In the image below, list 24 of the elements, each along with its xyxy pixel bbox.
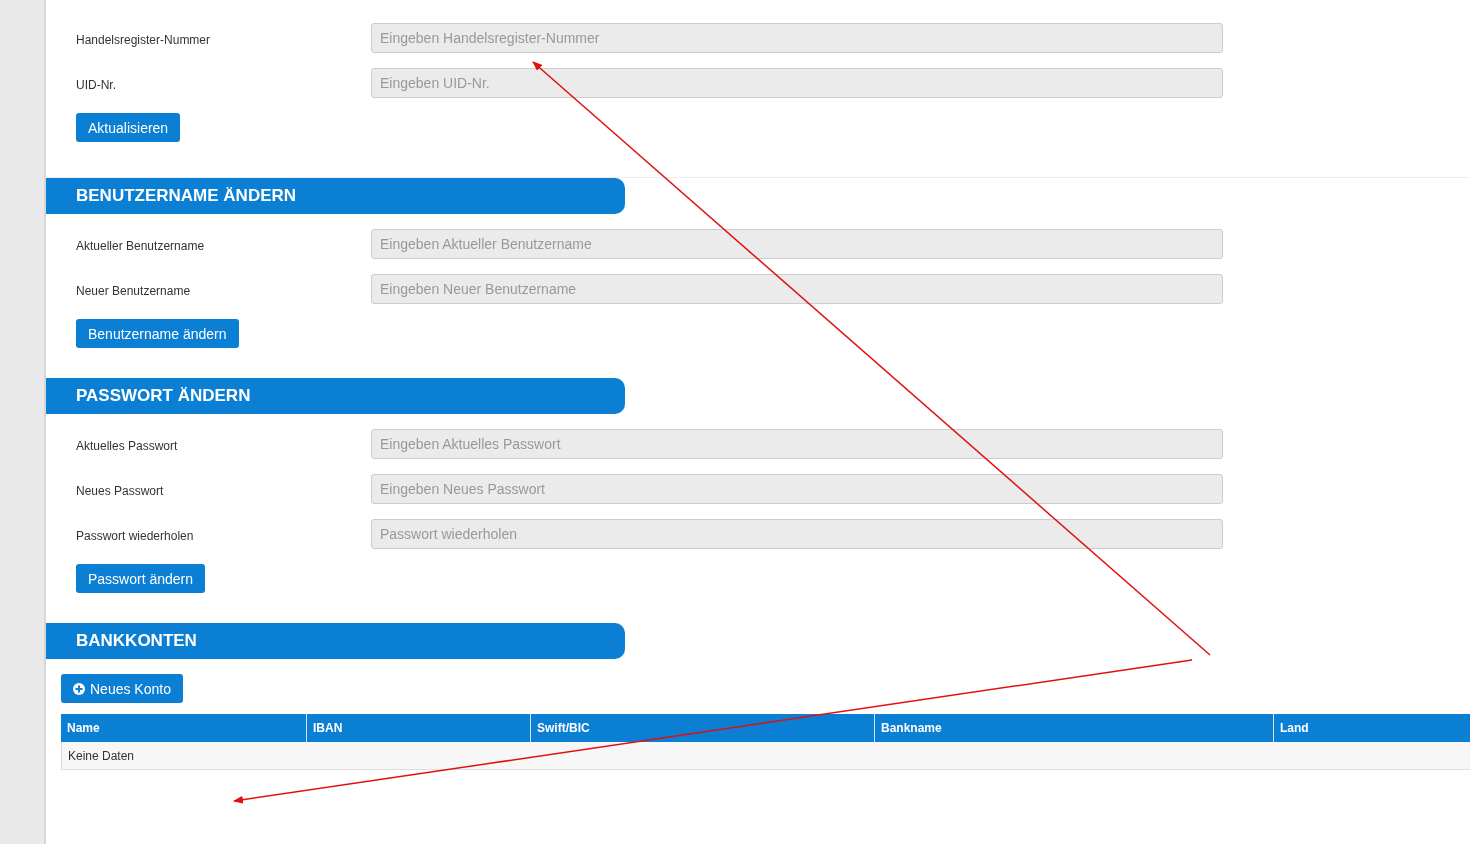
input-field[interactable]: Eingeben UID-Nr. bbox=[371, 68, 1223, 98]
input-field[interactable]: Eingeben Neues Passwort bbox=[371, 474, 1223, 504]
column-header: Name bbox=[66, 720, 101, 737]
input-field[interactable]: Passwort wiederholen bbox=[371, 519, 1223, 549]
plus-circle-icon bbox=[73, 682, 85, 695]
new-account-button[interactable]: Neues Konto bbox=[61, 674, 183, 703]
field-label: Handelsregister-Nummer bbox=[76, 31, 212, 47]
empty-message: Keine Daten bbox=[68, 748, 135, 763]
field-label: Aktuelles Passwort bbox=[76, 437, 179, 453]
section-header: BANKKONTEN bbox=[46, 623, 625, 659]
field-label: UID-Nr. bbox=[76, 76, 117, 92]
submit-button[interactable]: Passwort ändern bbox=[76, 564, 206, 593]
field-label: Neues Passwort bbox=[76, 482, 165, 498]
section-header: PASSWORT ÄNDERN bbox=[46, 378, 625, 414]
input-field[interactable]: Eingeben Aktueller Benutzername bbox=[371, 229, 1223, 259]
field-label: Aktueller Benutzername bbox=[76, 237, 206, 253]
update-button[interactable]: Aktualisieren bbox=[76, 113, 181, 142]
input-field[interactable]: Eingeben Handelsregister-Nummer bbox=[371, 23, 1223, 53]
submit-button[interactable]: Benutzername ändern bbox=[76, 319, 239, 348]
field-label: Neuer Benutzername bbox=[76, 282, 192, 298]
section-header: BENUTZERNAME ÄNDERN bbox=[46, 178, 625, 214]
input-field[interactable]: Eingeben Neuer Benutzername bbox=[371, 274, 1223, 304]
input-field[interactable]: Eingeben Aktuelles Passwort bbox=[371, 429, 1223, 459]
field-label: Passwort wiederholen bbox=[76, 527, 195, 543]
